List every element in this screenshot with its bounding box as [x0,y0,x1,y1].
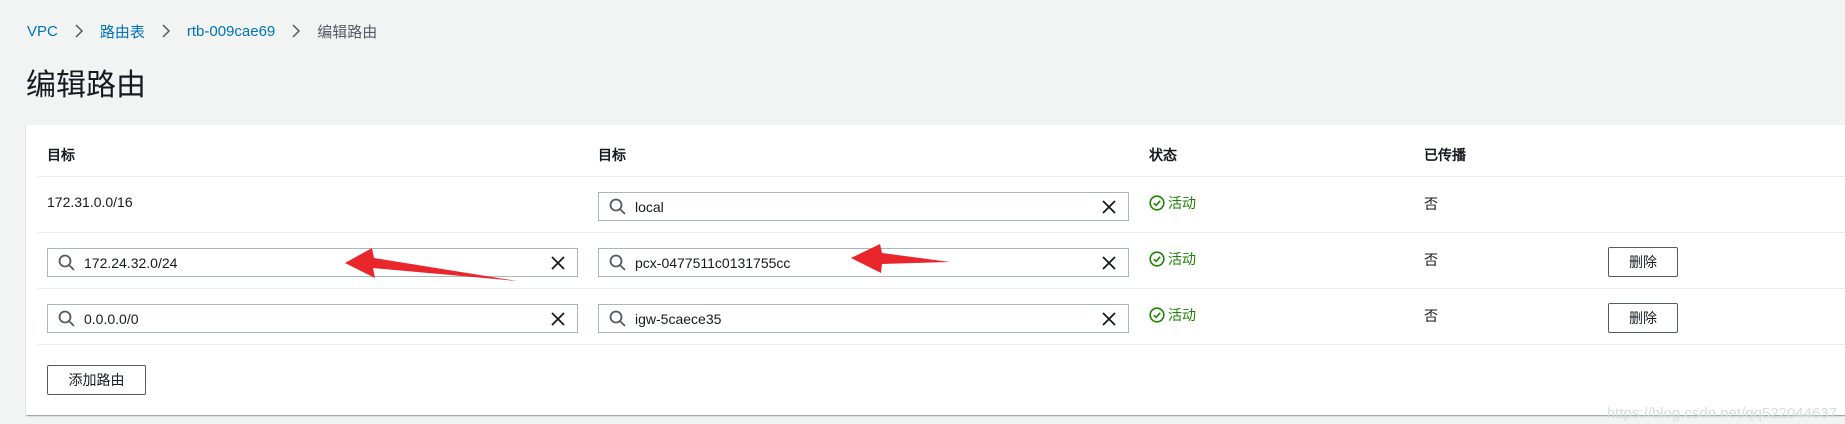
destination-input[interactable] [84,308,549,329]
breadcrumb-link-vpc[interactable]: VPC [27,23,58,40]
remove-route-button[interactable]: 删除 [1608,303,1678,333]
status-text: 活动 [1168,251,1196,267]
target-field[interactable] [598,248,1129,277]
status-badge: 活动 [1149,249,1196,269]
propagated-value: 否 [1424,308,1438,324]
check-circle-icon [1149,195,1165,211]
add-route-button[interactable]: 添加路由 [47,365,146,395]
check-circle-icon [1149,307,1165,323]
status-badge: 活动 [1149,193,1196,213]
destination-field[interactable] [47,248,578,277]
remove-route-button[interactable]: 删除 [1608,247,1678,277]
watermark: https://blog.csdn.net/qq522044637 [1606,405,1837,422]
column-header-target: 目标 [598,147,626,163]
chevron-right-icon [162,24,170,38]
close-icon[interactable] [549,310,567,328]
breadcrumb-link-route-table-id[interactable]: rtb-009cae69 [187,23,275,40]
destination-input[interactable] [84,252,549,273]
close-icon[interactable] [549,254,567,272]
breadcrumb-link-route-tables[interactable]: 路由表 [100,21,145,42]
propagated-value: 否 [1424,196,1438,212]
target-field[interactable] [598,192,1129,221]
breadcrumb-current: 编辑路由 [317,23,378,41]
search-icon [58,310,75,327]
chevron-right-icon [75,24,83,38]
row-divider [38,288,1845,289]
close-icon[interactable] [1100,198,1118,216]
route-destination-text: 172.31.0.0/16 [47,194,133,210]
close-icon[interactable] [1100,310,1118,328]
search-icon [58,254,75,271]
target-input[interactable] [635,196,1100,217]
propagated-value: 否 [1424,252,1438,268]
search-icon [609,310,626,327]
status-text: 活动 [1168,195,1196,211]
destination-field[interactable] [47,304,578,333]
row-divider [38,344,1845,345]
column-header-destination: 目标 [47,147,75,163]
chevron-right-icon [292,24,301,38]
search-icon [609,198,626,215]
column-header-propagated: 已传播 [1424,147,1466,163]
target-input[interactable] [635,308,1100,329]
check-circle-icon [1149,251,1165,267]
target-input[interactable] [635,252,1100,273]
status-text: 活动 [1168,307,1196,323]
breadcrumb: VPC 路由表 rtb-009cae69 编辑路由 [27,21,378,42]
search-icon [609,254,626,271]
status-badge: 活动 [1149,305,1196,325]
row-divider [38,232,1845,233]
close-icon[interactable] [1100,254,1118,272]
row-divider [38,176,1845,177]
page-title: 编辑路由 [26,69,146,102]
column-header-status: 状态 [1149,147,1177,163]
target-field[interactable] [598,304,1129,333]
